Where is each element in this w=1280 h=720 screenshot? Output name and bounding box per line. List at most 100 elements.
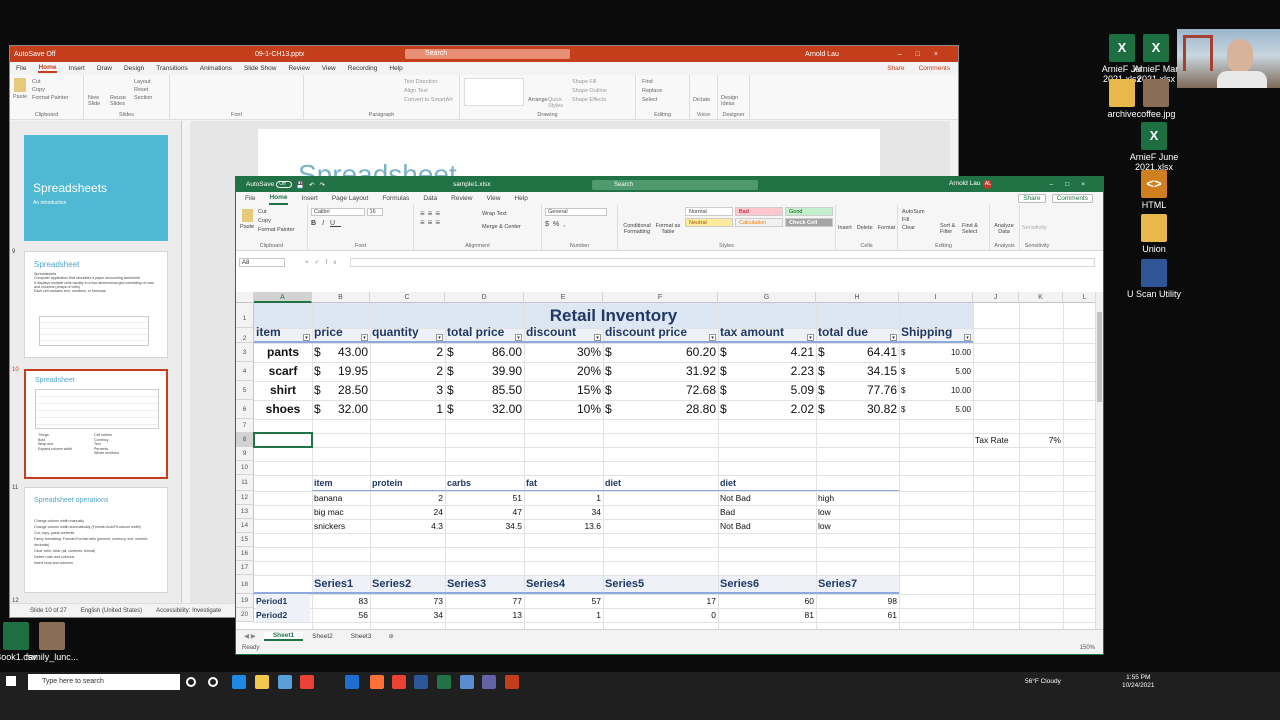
nutrition-value-cell[interactable]: 13.6 <box>526 519 601 533</box>
cortana-icon[interactable] <box>186 677 196 687</box>
select-all-corner[interactable] <box>236 292 254 303</box>
store-icon[interactable] <box>278 675 292 689</box>
ppt-tab-review[interactable]: Review <box>288 65 309 72</box>
desktop-icon[interactable]: <> HTML <box>1126 170 1182 210</box>
teams-icon[interactable] <box>482 675 496 689</box>
insert-cells-button[interactable]: Insert <box>838 225 852 231</box>
mail-icon[interactable] <box>345 675 359 689</box>
desktop-icon[interactable]: Union <box>1126 214 1182 254</box>
column-header[interactable]: L <box>1063 292 1097 303</box>
table-header-cell[interactable]: tax amount <box>720 326 814 343</box>
analyze-data-button[interactable]: Analyze Data <box>992 223 1016 235</box>
slide-thumbnail-11[interactable]: Spreadsheet operations Change column wid… <box>24 487 168 593</box>
period-label-cell[interactable]: Period2 <box>256 608 310 622</box>
nutrition-header-cell[interactable]: item <box>314 475 368 491</box>
row-header[interactable]: 19 <box>236 594 254 608</box>
ppt-tab-transitions[interactable]: Transitions <box>156 65 188 72</box>
ppt-share-button[interactable]: Share <box>887 65 904 72</box>
ppt-shapes-gallery[interactable] <box>464 78 524 106</box>
nutrition-item-cell[interactable]: banana <box>314 491 368 505</box>
excel-cut-button[interactable]: Cut <box>258 208 294 217</box>
ppt-shape-effects-button[interactable]: Shape Effects <box>572 96 607 105</box>
row-header[interactable]: 14 <box>236 519 254 533</box>
series-header-cell[interactable]: Series2 <box>372 575 443 594</box>
ppt-tab-animations[interactable]: Animations <box>200 65 232 72</box>
ppt-reset-button[interactable]: Reset <box>134 86 152 94</box>
excel-paste-button[interactable]: Paste <box>240 224 254 230</box>
currency-cell[interactable]: 85.50 <box>447 381 522 400</box>
style-calculation[interactable]: Calculation <box>735 218 783 227</box>
shipping-cell[interactable]: 5.00 <box>901 400 971 419</box>
discount-cell[interactable]: 10% <box>526 400 601 419</box>
table-header-cell[interactable]: quantity <box>372 326 443 343</box>
series-value-cell[interactable]: 1 <box>526 608 601 622</box>
series-value-cell[interactable]: 34 <box>372 608 443 622</box>
ppt-smartart-button[interactable]: Convert to SmartArt <box>404 96 453 105</box>
row-header[interactable]: 5 <box>236 381 254 400</box>
filter-dropdown-icon[interactable]: ▾ <box>709 334 716 341</box>
currency-cell[interactable]: 64.41 <box>818 343 897 362</box>
slide-thumbnail-intro[interactable]: Spreadsheets An introduction <box>24 135 168 241</box>
period-label-cell[interactable]: Period1 <box>256 594 310 608</box>
excel-autosave-toggle[interactable]: AutoSave Off <box>246 180 293 188</box>
diet-cell[interactable]: low <box>818 505 897 519</box>
clear-button[interactable]: Clear <box>902 224 925 232</box>
row-header[interactable]: 6 <box>236 400 254 419</box>
currency-cell[interactable]: 32.00 <box>447 400 522 419</box>
item-cell[interactable]: shoes <box>256 400 310 419</box>
file-explorer-icon[interactable] <box>255 675 269 689</box>
ppt-user-name[interactable]: Arnold Lau <box>805 51 839 58</box>
style-good[interactable]: Good <box>785 207 833 216</box>
excel-title-bar[interactable]: AutoSave Off 💾↶↷ sample1.xlsx Search Arno… <box>236 177 1103 192</box>
style-neutral[interactable]: Neutral <box>685 218 733 227</box>
ppt-replace-button[interactable]: Replace <box>642 87 662 96</box>
nutrition-value-cell[interactable]: 24 <box>372 505 443 519</box>
filter-dropdown-icon[interactable]: ▾ <box>807 334 814 341</box>
conditional-formatting-button[interactable]: Conditional Formatting <box>620 223 654 235</box>
series-value-cell[interactable]: 81 <box>720 608 814 622</box>
word-icon[interactable] <box>414 675 428 689</box>
ppt-tab-home[interactable]: Home <box>38 64 57 73</box>
excel-tab-help[interactable]: Help <box>514 195 527 202</box>
excel-search-box[interactable]: Search <box>592 179 758 190</box>
ppt-window-controls[interactable]: –□× <box>898 51 952 58</box>
currency-cell[interactable]: 2.02 <box>720 400 814 419</box>
desktop-icon[interactable]: family_lunc... <box>24 622 80 662</box>
merge-center-button[interactable]: Merge & Center <box>482 221 521 234</box>
tax-rate-value[interactable]: 7% <box>1021 433 1061 447</box>
ppt-format-painter-button[interactable]: Format Painter <box>32 94 68 102</box>
ppt-design-ideas-button[interactable]: Design Ideas <box>721 95 745 107</box>
table-header-cell[interactable]: item <box>256 326 310 343</box>
currency-cell[interactable]: 31.92 <box>605 362 716 381</box>
table-header-cell[interactable]: price <box>314 326 368 343</box>
column-header[interactable]: D <box>445 292 524 303</box>
autosum-button[interactable]: AutoSum <box>902 208 925 216</box>
column-header[interactable]: J <box>973 292 1019 303</box>
column-header[interactable]: E <box>524 292 603 303</box>
ppt-find-button[interactable]: Find <box>642 78 662 87</box>
ppt-tab-help[interactable]: Help <box>389 65 402 72</box>
taskbar-search[interactable]: Type here to search <box>28 674 180 690</box>
nutrition-value-cell[interactable]: 51 <box>447 491 522 505</box>
desktop-icon[interactable]: X ArnieF June 2021.xlsx <box>1126 122 1182 173</box>
nutrition-header-cell[interactable]: diet <box>605 475 716 491</box>
currency-cell[interactable]: 4.21 <box>720 343 814 362</box>
row-header[interactable]: 9 <box>236 447 254 461</box>
row-header[interactable]: 2 <box>236 328 254 343</box>
ppt-shape-outline-button[interactable]: Shape Outline <box>572 87 607 96</box>
series-header-cell[interactable]: Series7 <box>818 575 897 594</box>
excel-window-controls[interactable]: –□× <box>1050 181 1097 188</box>
excel-icon[interactable] <box>437 675 451 689</box>
filter-dropdown-icon[interactable]: ▾ <box>594 334 601 341</box>
shipping-cell[interactable]: 10.00 <box>901 343 971 362</box>
table-header-cell[interactable]: total due <box>818 326 897 343</box>
nutrition-value-cell[interactable]: 4.3 <box>372 519 443 533</box>
series-value-cell[interactable]: 61 <box>818 608 897 622</box>
column-header[interactable]: G <box>718 292 816 303</box>
quick-access-toolbar[interactable]: 💾↶↷ <box>296 181 330 189</box>
row-header[interactable]: 1 <box>236 303 254 328</box>
quantity-cell[interactable]: 3 <box>372 381 443 400</box>
sheet-tab[interactable]: Sheet2 <box>303 633 342 640</box>
discount-cell[interactable]: 20% <box>526 362 601 381</box>
quantity-cell[interactable]: 1 <box>372 400 443 419</box>
